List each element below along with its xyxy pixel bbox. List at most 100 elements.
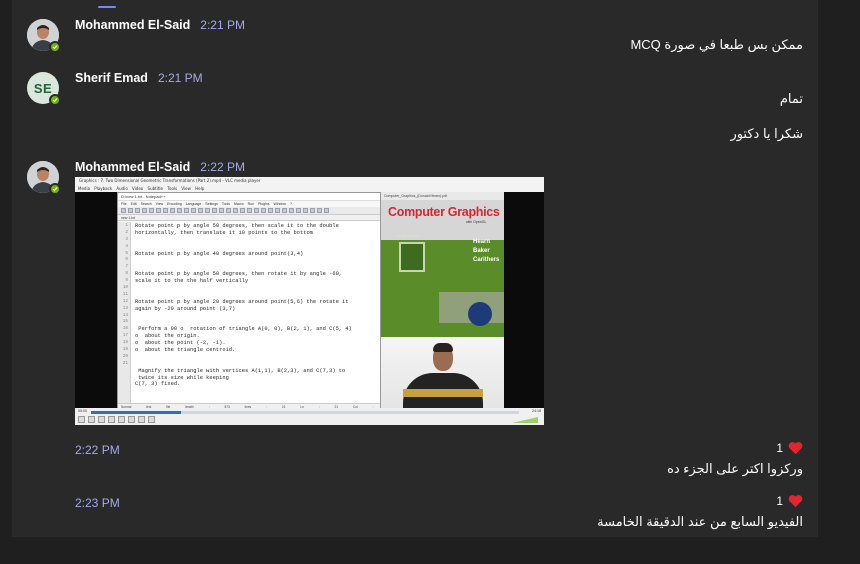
avatar[interactable] <box>27 19 61 53</box>
editor-line: Rotate point p by angle 40 degrees aroun… <box>135 250 304 257</box>
reaction-count: 1 <box>776 441 783 455</box>
playback-controls <box>78 416 155 423</box>
sender-name[interactable]: Mohammed El-Said <box>75 160 190 174</box>
video-stage: D:\new 1.txt - Notepad++ File Edit Searc… <box>75 192 544 415</box>
toolbar-icon <box>163 208 168 213</box>
heart-icon <box>788 442 803 455</box>
line-number: 19 <box>122 347 128 353</box>
editor-line: o about the origin. <box>135 333 200 340</box>
line-number: 1 <box>125 223 128 228</box>
presenter-hair <box>433 343 453 352</box>
book-cover-artwork <box>399 242 425 272</box>
editor-line: o about the triangle centroid. <box>135 347 236 354</box>
notepad-toolbar <box>118 207 380 215</box>
message-timestamp: 2:23 PM <box>75 496 120 510</box>
previous-icon[interactable] <box>88 416 95 423</box>
toolbar-icon <box>198 208 203 213</box>
toolbar-icon <box>149 208 154 213</box>
reaction-badge[interactable]: 1 <box>776 494 803 508</box>
webcam-overlay <box>381 337 504 412</box>
video-screenshot-image[interactable]: Graphics : 7. Two Dimensional Geometric … <box>75 177 544 425</box>
toolbar-icon <box>254 208 259 213</box>
message-text: وركزوا اكتر على الجزء ده <box>667 461 803 476</box>
fullscreen-icon[interactable] <box>118 416 125 423</box>
editor-line: Rotate point p by angle 50 degrees, then… <box>135 223 339 229</box>
editor-line: C(7, 3) fixed. <box>135 381 181 388</box>
book-author: Carithers <box>473 257 500 263</box>
editor-line: Magnify the triangle with vertices A(1,1… <box>135 367 346 374</box>
line-number: 4 <box>125 243 128 249</box>
editor-line: twice its size while keeping <box>135 374 229 381</box>
shuffle-icon[interactable] <box>148 416 155 423</box>
chat-pane: Mohammed El-Said 2:21 PM ممكن بس طبعا في… <box>12 0 818 537</box>
book-authors: Hearn Baker Carithers <box>473 238 499 265</box>
toolbar-icon <box>219 208 224 213</box>
editor-line: Rotate point p by angle 20 degrees aroun… <box>135 298 349 305</box>
message-header: Sherif Emad 2:21 PM <box>75 71 203 85</box>
message-timestamp: 2:21 PM <box>157 71 203 85</box>
line-number: 10 <box>122 285 128 291</box>
message-header: 2:22 PM <box>75 443 120 457</box>
reaction-count: 1 <box>776 494 783 508</box>
toolbar-icon <box>303 208 308 213</box>
line-number: 18 <box>122 340 128 346</box>
toolbar-icon <box>247 208 252 213</box>
toolbar-icon <box>128 208 133 213</box>
notepad-tab: new 1.txt <box>118 215 380 221</box>
message-timestamp: 2:21 PM <box>200 18 245 32</box>
presence-available-icon <box>49 94 61 106</box>
playlist-icon[interactable] <box>128 416 135 423</box>
toolbar-icon <box>310 208 315 213</box>
next-icon[interactable] <box>108 416 115 423</box>
right-gutter <box>818 0 860 537</box>
editor-line: horizontally, then translate it 10 point… <box>135 229 313 236</box>
loop-icon[interactable] <box>138 416 145 423</box>
line-number: 16 <box>122 326 128 332</box>
toolbar-icon <box>121 208 126 213</box>
notepad-editor: 1 2 3 4 5 6 7 8 9 10 11 12 13 14 15 16 17 18 19 20 21 Rotate… <box>118 222 380 403</box>
message-text: تمام <box>779 91 803 106</box>
line-number: 13 <box>122 305 128 311</box>
line-number: 7 <box>125 264 128 270</box>
toolbar-icon <box>261 208 266 213</box>
seek-bar-progress <box>91 411 181 414</box>
sender-name[interactable]: Mohammed El-Said <box>75 18 190 32</box>
toolbar-icon <box>170 208 175 213</box>
line-number: 2 <box>125 229 128 235</box>
sender-name[interactable]: Sherif Emad <box>75 71 148 85</box>
editor-line: scale it to the the half vertically <box>135 278 249 285</box>
message-header: Mohammed El-Said 2:22 PM <box>75 160 245 174</box>
pdf-viewer-window: Computer_Graphics_(Donald.Hearn).pdf Com… <box>381 192 504 337</box>
elapsed-time: 05:00 <box>78 409 87 413</box>
book-author: Hearn <box>473 239 491 245</box>
avatar[interactable]: SE <box>27 72 61 106</box>
avatar[interactable] <box>27 161 61 195</box>
editor-line: Perform a 90 o rotation of triangle A(0,… <box>135 326 352 333</box>
line-number: 21 <box>122 360 128 366</box>
message-header: 2:23 PM <box>75 496 120 510</box>
presence-available-icon <box>49 183 61 195</box>
toolbar-icon <box>268 208 273 213</box>
toolbar-icon <box>212 208 217 213</box>
reaction-badge[interactable]: 1 <box>776 441 803 455</box>
volume-icon[interactable] <box>512 417 538 423</box>
message-header: Mohammed El-Said 2:21 PM <box>75 18 245 32</box>
line-number-gutter: 1 2 3 4 5 6 7 8 9 10 11 12 13 14 15 16 17 18 19 20 21 <box>118 222 131 403</box>
book-author: Baker <box>473 248 490 254</box>
toolbar-icon <box>296 208 301 213</box>
line-number: 17 <box>122 333 128 339</box>
total-time: 24:18 <box>532 409 541 413</box>
play-icon[interactable] <box>78 416 85 423</box>
line-number: 9 <box>125 278 128 284</box>
message-timestamp: 2:22 PM <box>200 160 245 174</box>
notepad-title: D:\new 1.txt - Notepad++ <box>118 193 380 201</box>
toolbar-icon <box>282 208 287 213</box>
notepad-window: D:\new 1.txt - Notepad++ File Edit Searc… <box>117 192 381 415</box>
stop-icon[interactable] <box>98 416 105 423</box>
toolbar-icon <box>226 208 231 213</box>
